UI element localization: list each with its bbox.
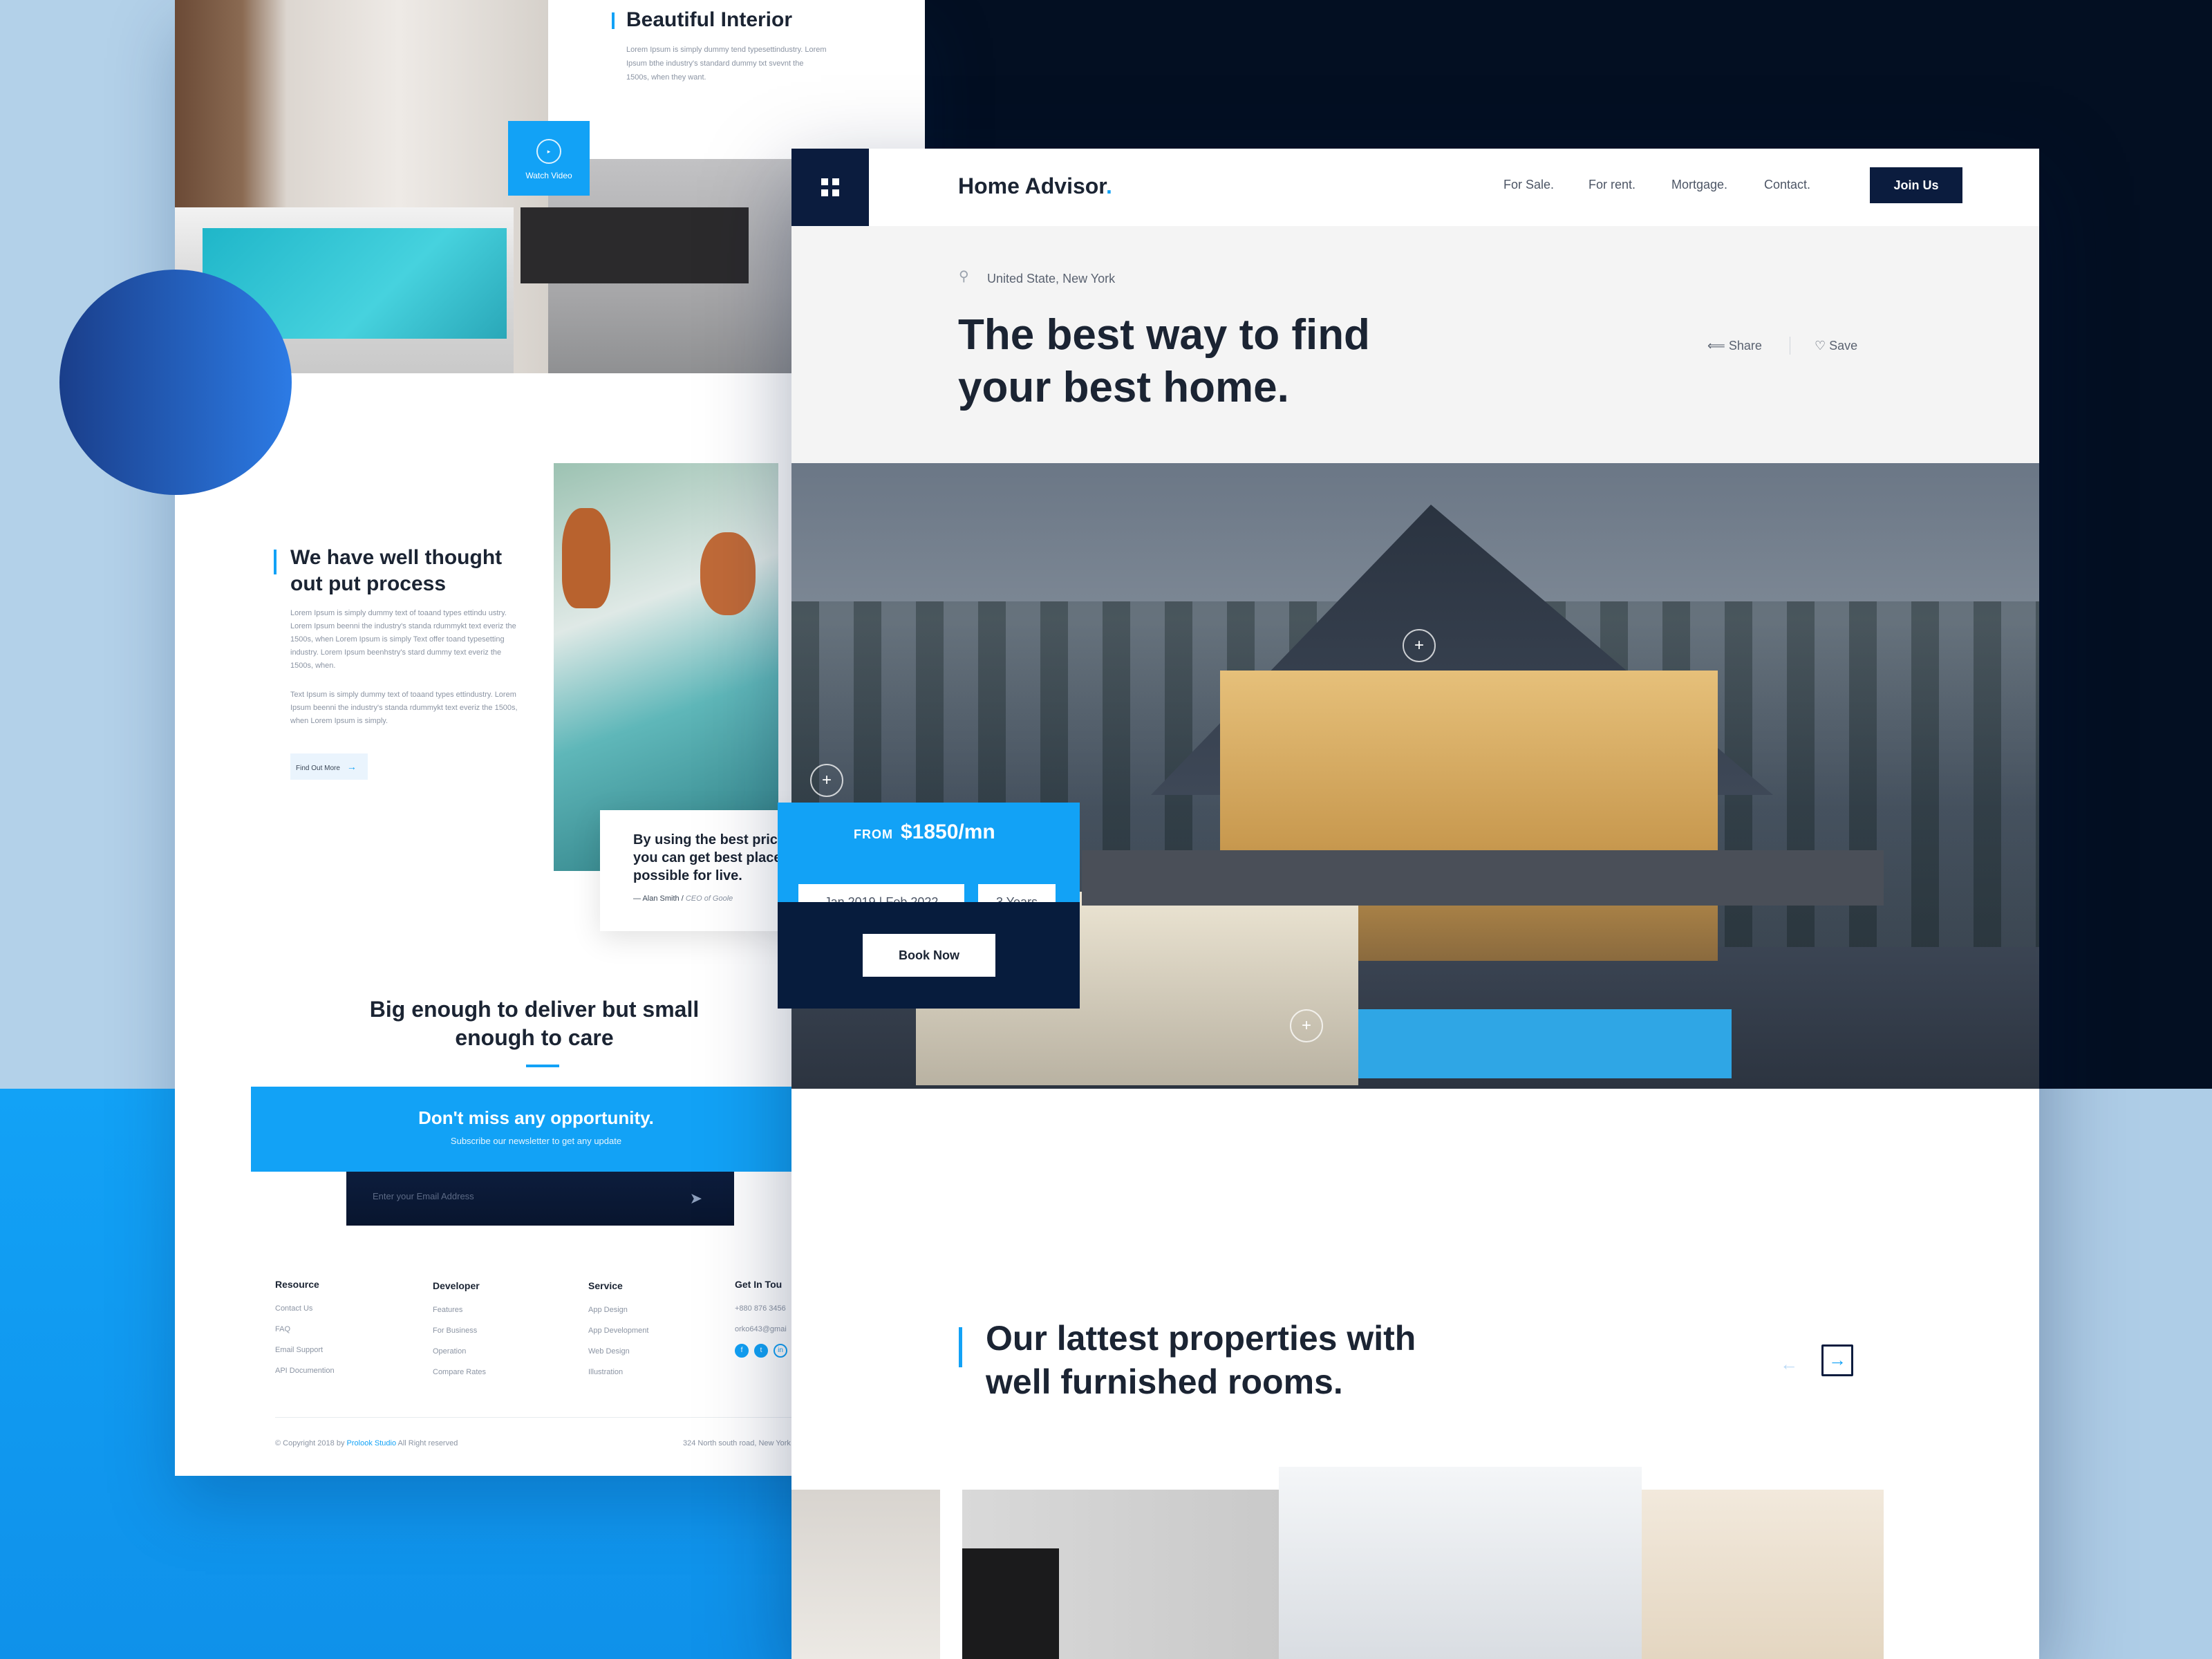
tagline: Big enough to deliver but small enough t… xyxy=(369,997,700,1050)
find-out-more-link[interactable]: Find Out More → xyxy=(290,753,368,780)
nav-mortgage[interactable]: Mortgage. xyxy=(1671,178,1727,192)
newsletter-banner: Don't miss any opportunity. Subscribe ou… xyxy=(251,1087,821,1172)
property-image[interactable] xyxy=(791,1490,940,1659)
pool xyxy=(1358,1009,1732,1078)
author-role: CEO of Goole xyxy=(685,894,733,903)
share-button[interactable]: ⟸ Share xyxy=(1707,339,1762,353)
brand-dot: . xyxy=(1105,174,1112,198)
property-image[interactable] xyxy=(1279,1467,1642,1659)
share-label: Share xyxy=(1728,339,1762,353)
interior-title: Beautiful Interior xyxy=(626,8,793,31)
booking-panel: Book Now xyxy=(778,902,1080,1009)
accent-bar xyxy=(959,1327,962,1367)
top-nav: Home Advisor. For Sale. For rent. Mortga… xyxy=(791,149,2039,226)
process-paragraph: Text Ipsum is simply dummy text of toaan… xyxy=(290,691,518,725)
footer-link[interactable]: Operation xyxy=(433,1341,486,1362)
plus-icon[interactable]: + xyxy=(1403,629,1436,662)
price-card: FROM $1850/mn Jan 2019 | Feb 2022 3 Year… xyxy=(778,803,1080,920)
newsletter-subtitle: Subscribe our newsletter to get any upda… xyxy=(450,1136,622,1146)
watch-video-label: Watch Video xyxy=(525,171,572,180)
social-links: f t in xyxy=(735,1340,793,1360)
footer-column-title: Developer xyxy=(433,1280,480,1291)
send-icon[interactable]: ➤ xyxy=(690,1190,702,1208)
footer-link[interactable]: Illustration xyxy=(588,1362,648,1382)
heart-icon: ♡ xyxy=(1815,339,1826,353)
vase-shape xyxy=(700,532,756,615)
arrow-right-icon[interactable]: → xyxy=(1821,1344,1853,1376)
property-image-detail xyxy=(962,1548,1059,1659)
watch-video-button[interactable]: ▸ Watch Video xyxy=(508,121,590,196)
copyright-prefix: © Copyright 2018 by xyxy=(275,1439,345,1447)
footer-link[interactable]: Compare Rates xyxy=(433,1362,486,1382)
interior-text: Lorem Ipsum is simply dummy tend typeset… xyxy=(626,46,827,82)
nav-for-rent[interactable]: For rent. xyxy=(1588,178,1635,192)
twitter-icon[interactable]: t xyxy=(754,1344,768,1358)
plus-icon[interactable]: + xyxy=(1290,1009,1323,1042)
footer-column-resource: Resource Contact Us FAQ Email Support AP… xyxy=(275,1277,335,1381)
location-text: United State, New York xyxy=(987,272,1116,285)
footer-link[interactable]: FAQ xyxy=(275,1319,335,1340)
price-from-label: FROM xyxy=(854,827,893,841)
accent-line xyxy=(526,1065,559,1067)
nav-contact[interactable]: Contact. xyxy=(1764,178,1810,192)
footer-column-service: Service App Design App Development Web D… xyxy=(588,1279,648,1382)
save-button[interactable]: ♡ Save xyxy=(1815,339,1857,353)
footer-link[interactable]: Features xyxy=(433,1300,486,1320)
hero-header: ⚲ United State, New York The best way to… xyxy=(791,226,2039,463)
email-field[interactable]: Enter your Email Address ➤ xyxy=(346,1172,734,1226)
price-value: $1850/mn xyxy=(901,821,995,843)
join-us-button[interactable]: Join Us xyxy=(1870,167,1962,203)
process-title: We have well thought out put process xyxy=(290,546,503,595)
copyright-suffix: All Right reserved xyxy=(397,1439,458,1447)
footer-divider xyxy=(275,1417,828,1418)
save-label: Save xyxy=(1829,339,1858,353)
footer-link[interactable]: Email Support xyxy=(275,1340,335,1360)
plus-icon[interactable]: + xyxy=(810,764,843,797)
share-icon: ⟸ xyxy=(1707,339,1725,353)
footer-address: 324 North south road, New York xyxy=(683,1439,791,1447)
facebook-icon[interactable]: f xyxy=(735,1344,749,1358)
accent-bar xyxy=(274,550,276,574)
brand-name: Home Advisor xyxy=(958,174,1106,198)
footer-link[interactable]: App Development xyxy=(588,1320,648,1341)
find-out-more-label: Find Out More xyxy=(296,765,340,772)
footer-link[interactable]: Web Design xyxy=(588,1341,648,1362)
process-paragraph: Lorem Ipsum is simply dummy text of toaa… xyxy=(290,609,516,670)
newsletter-title: Don't miss any opportunity. xyxy=(418,1107,654,1128)
footer-link[interactable]: API Documention xyxy=(275,1360,335,1381)
email-address: orko643@gmai xyxy=(735,1325,787,1333)
section-title: Our lattest properties with well furnish… xyxy=(986,1319,1416,1401)
footer-link[interactable]: App Design xyxy=(588,1300,648,1320)
linkedin-icon[interactable]: in xyxy=(774,1344,787,1358)
footer-link[interactable]: For Business xyxy=(433,1320,486,1341)
tv-unit-shape xyxy=(521,207,749,283)
play-icon: ▸ xyxy=(536,139,561,164)
testimonial-card: By using the best prices you can get bes… xyxy=(600,810,807,931)
footer-link[interactable]: Contact Us xyxy=(275,1298,335,1319)
background-right-strip xyxy=(2039,1089,2212,1659)
arrow-left-icon[interactable]: ← xyxy=(1780,1353,1798,1375)
footer-column-title: Resource xyxy=(275,1279,319,1290)
book-now-button[interactable]: Book Now xyxy=(863,934,995,977)
copyright: © Copyright 2018 by Prolook Studio All R… xyxy=(275,1439,458,1447)
house-deck xyxy=(1082,850,1884,906)
footer-column-title: Get In Tou xyxy=(735,1279,782,1290)
brand-logo[interactable]: Home Advisor. xyxy=(958,174,1112,199)
author-name: — Alan Smith xyxy=(633,894,679,903)
email-placeholder: Enter your Email Address xyxy=(373,1191,474,1201)
decorative-circle xyxy=(59,270,292,495)
location-pin-icon: ⚲ xyxy=(959,269,969,284)
footer-column-title: Service xyxy=(588,1280,623,1291)
vase-shape xyxy=(562,508,610,608)
grid-menu-icon[interactable] xyxy=(791,149,869,226)
phone-number: +880 876 3456 xyxy=(735,1304,786,1313)
copyright-brand[interactable]: Prolook Studio xyxy=(347,1439,397,1447)
accent-bar xyxy=(612,12,615,29)
footer-column-developer: Developer Features For Business Operatio… xyxy=(433,1279,486,1382)
page-title: The best way to find your best home. xyxy=(958,311,1370,411)
arrow-right-icon: → xyxy=(346,761,357,772)
nav-for-sale[interactable]: For Sale. xyxy=(1503,178,1554,192)
footer-column-contact: Get In Tou +880 876 3456 orko643@gmai ft… xyxy=(735,1277,793,1360)
